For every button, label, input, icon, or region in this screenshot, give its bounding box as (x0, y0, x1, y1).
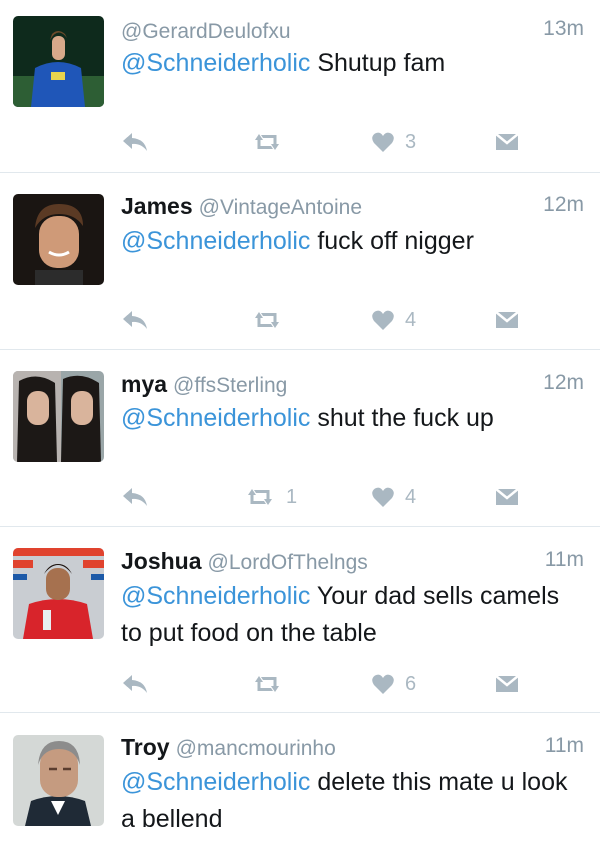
display-name[interactable]: James (121, 193, 193, 219)
like-count: 3 (405, 130, 417, 153)
tweet-item[interactable]: Troy @mancmourinho 11m @Schneiderholic de… (0, 712, 600, 843)
display-name[interactable]: mya (121, 371, 167, 397)
retweet-icon (255, 676, 279, 692)
avatar-image (13, 16, 104, 107)
avatar[interactable] (13, 548, 104, 639)
retweet-button[interactable] (251, 669, 293, 699)
tweet-header: Troy @mancmourinho 11m (121, 734, 584, 764)
heart-icon (372, 487, 394, 507)
like-button[interactable]: 3 (371, 127, 416, 157)
tweet-header: Joshua @LordOfThelngs 11m (121, 548, 584, 578)
retweet-icon (248, 489, 272, 505)
reply-icon (123, 311, 147, 329)
direct-message-icon (495, 488, 519, 505)
mention-link[interactable]: @Schneiderholic (121, 404, 310, 432)
tweet-item[interactable]: Joshua @LordOfThelngs 11m @Schneiderholic… (0, 526, 600, 713)
reply-button[interactable] (121, 669, 149, 699)
timestamp[interactable]: 12m (543, 371, 584, 395)
mention-link[interactable]: @Schneiderholic (121, 768, 310, 796)
avatar[interactable] (13, 735, 104, 826)
heart-icon (372, 132, 394, 152)
like-count: 6 (405, 672, 417, 695)
mention-link[interactable]: @Schneiderholic (121, 582, 310, 610)
mention-link[interactable]: @Schneiderholic (121, 227, 310, 255)
mention-link[interactable]: @Schneiderholic (121, 49, 310, 77)
like-count: 4 (405, 308, 417, 331)
reply-button[interactable] (121, 127, 149, 157)
direct-message-button[interactable] (494, 482, 520, 512)
direct-message-button[interactable] (494, 127, 520, 157)
tweet-text: @Schneiderholic fuck off nigger (121, 223, 570, 260)
tweet-actions: 3 (121, 127, 521, 157)
like-button[interactable]: 6 (371, 669, 416, 699)
user-handle[interactable]: @GerardDeulofxu (121, 20, 291, 43)
retweet-icon (255, 134, 279, 150)
tweet-header: James @VintageAntoine 12m (121, 193, 584, 223)
direct-message-icon (495, 133, 519, 150)
avatar-image (13, 194, 104, 285)
direct-message-icon (495, 311, 519, 328)
tweet-body: shut the fuck up (310, 404, 494, 432)
heart-icon (372, 674, 394, 694)
tweet-header: @GerardDeulofxu 13m (121, 17, 584, 47)
like-count: 4 (405, 485, 417, 508)
reply-icon (123, 133, 147, 151)
direct-message-button[interactable] (494, 305, 520, 335)
tweet-body: Shutup fam (310, 49, 446, 77)
reply-icon (123, 675, 147, 693)
display-name[interactable]: Troy (121, 734, 170, 760)
direct-message-icon (495, 675, 519, 692)
reply-icon (123, 488, 147, 506)
tweet-actions: 4 (121, 305, 521, 335)
display-name[interactable]: Joshua (121, 548, 202, 574)
avatar-image (13, 735, 104, 826)
tweet-item[interactable]: mya @ffsSterling 12m @Schneiderholic shut… (0, 349, 600, 527)
tweet-header: mya @ffsSterling 12m (121, 371, 584, 401)
like-button[interactable]: 4 (371, 482, 416, 512)
tweet-text: @Schneiderholic shut the fuck up (121, 400, 570, 437)
avatar[interactable] (13, 16, 104, 107)
timestamp[interactable]: 11m (545, 734, 584, 758)
tweet-item[interactable]: @GerardDeulofxu 13m @Schneiderholic Shut… (0, 0, 600, 173)
timestamp[interactable]: 11m (545, 548, 584, 572)
timestamp[interactable]: 13m (543, 17, 584, 41)
reply-button[interactable] (121, 305, 149, 335)
like-button[interactable]: 4 (371, 305, 416, 335)
timestamp[interactable]: 12m (543, 193, 584, 217)
tweet-text: @Schneiderholic Shutup fam (121, 45, 570, 82)
tweet-text: @Schneiderholic delete this mate u look … (121, 764, 570, 838)
tweet-text: @Schneiderholic Your dad sells camels to… (121, 578, 570, 652)
retweet-button[interactable] (251, 127, 293, 157)
direct-message-button[interactable] (494, 669, 520, 699)
tweet-actions: 6 (121, 669, 521, 699)
user-handle[interactable]: @LordOfThelngs (208, 551, 368, 574)
retweet-button[interactable]: 1 (244, 482, 297, 512)
tweet-actions: 1 4 (121, 482, 521, 512)
user-handle[interactable]: @ffsSterling (173, 374, 287, 397)
retweet-button[interactable] (251, 305, 293, 335)
retweet-count: 1 (286, 485, 298, 508)
tweet-item[interactable]: James @VintageAntoine 12m @Schneiderholic… (0, 172, 600, 350)
avatar-image (13, 371, 104, 462)
tweet-body: fuck off nigger (310, 227, 474, 255)
avatar[interactable] (13, 194, 104, 285)
user-handle[interactable]: @VintageAntoine (199, 196, 362, 219)
retweet-icon (255, 312, 279, 328)
avatar-image (13, 548, 104, 639)
reply-button[interactable] (121, 482, 149, 512)
heart-icon (372, 310, 394, 330)
tweet-feed: @GerardDeulofxu 13m @Schneiderholic Shut… (0, 0, 600, 843)
avatar[interactable] (13, 371, 104, 462)
user-handle[interactable]: @mancmourinho (176, 737, 336, 760)
